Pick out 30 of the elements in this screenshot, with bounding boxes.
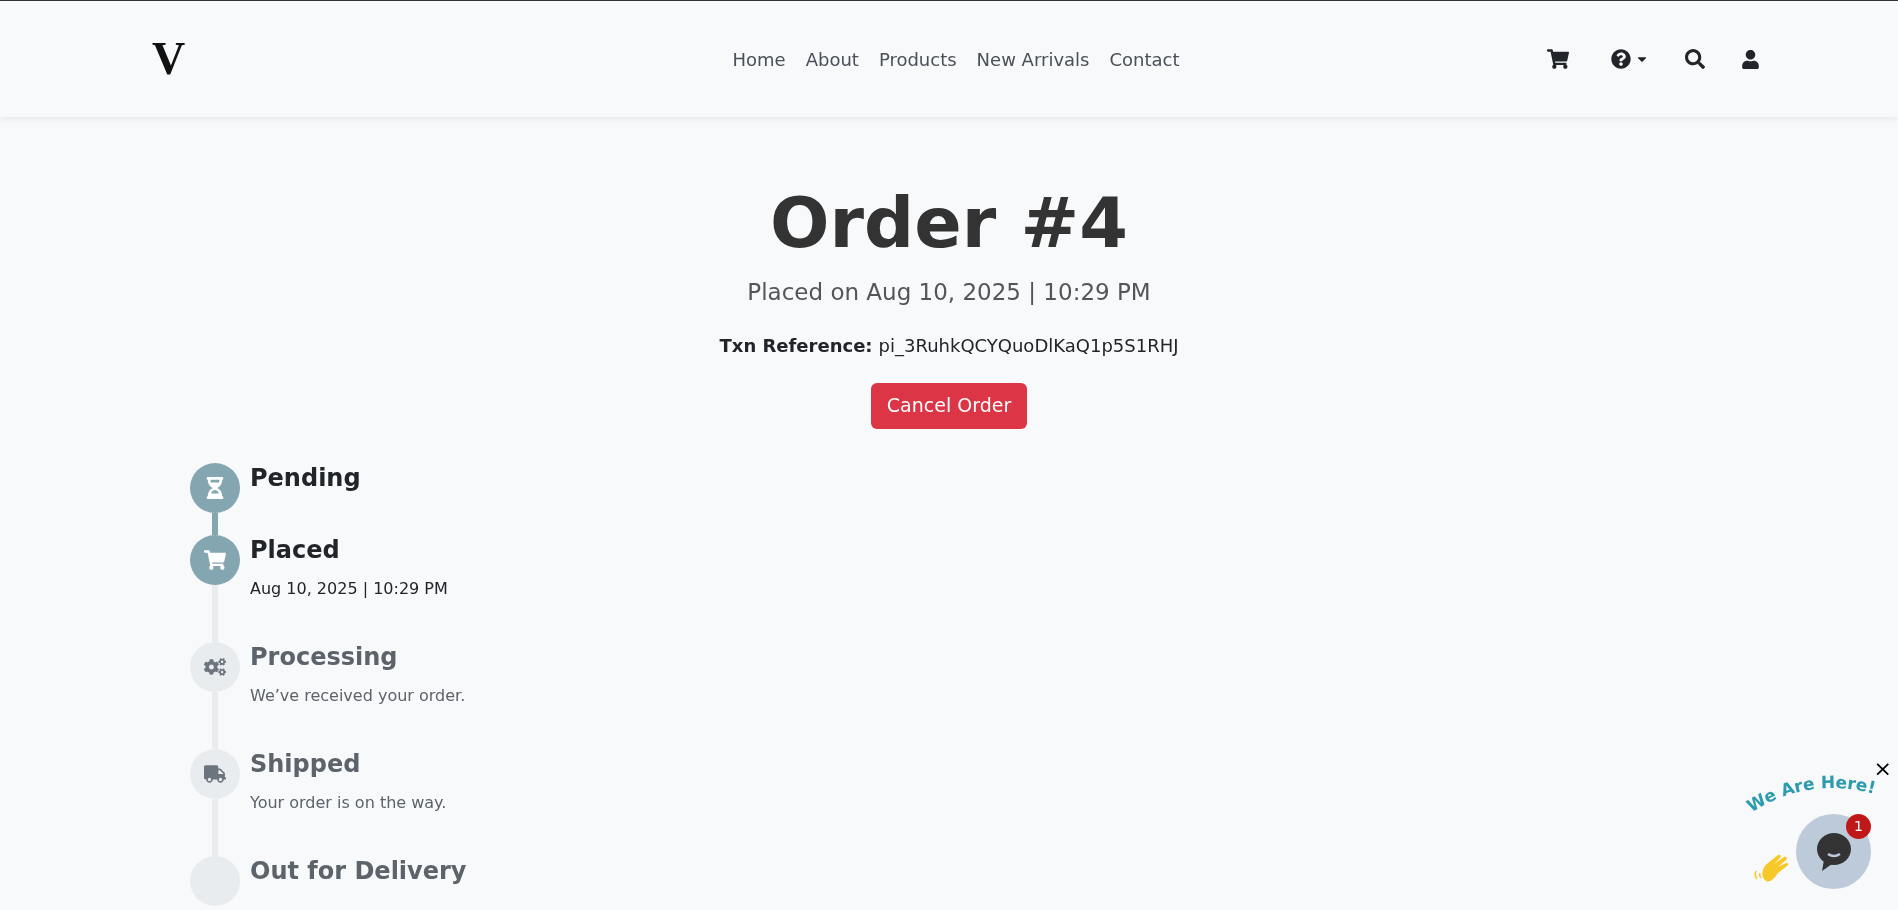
- cart-icon[interactable]: [1547, 48, 1569, 70]
- notification-badge: 1: [1846, 814, 1871, 839]
- hourglass-icon: [204, 476, 226, 499]
- cancel-order-button[interactable]: Cancel Order: [870, 382, 1028, 429]
- search-icon[interactable]: [1685, 49, 1705, 69]
- logo[interactable]: V: [152, 36, 688, 82]
- help-dropdown[interactable]: [1611, 49, 1649, 69]
- step-title: Pending: [250, 462, 361, 493]
- step-title: Shipped: [250, 748, 362, 779]
- nav-link[interactable]: Home: [732, 45, 786, 73]
- chat-bubble-icon: [1815, 831, 1852, 872]
- step-title: Placed: [250, 534, 341, 565]
- txn-label: Txn Reference:: [719, 333, 873, 358]
- step-title: Out for Delivery: [250, 855, 467, 886]
- nav-link[interactable]: About: [805, 45, 859, 73]
- step-detail: We’ve received your order.: [250, 684, 466, 707]
- help-icon: [1611, 49, 1631, 69]
- gears-icon: [204, 655, 226, 678]
- order-title: Order #4: [770, 183, 1128, 263]
- nav-link[interactable]: Products: [878, 45, 957, 73]
- step-title: Processing: [250, 641, 399, 672]
- txn-value: pi_3RuhkQCYQuoDlKaQ1p5S1RHJ: [878, 333, 1179, 359]
- step-detail: Aug 10, 2025 | 10:29 PM: [250, 577, 448, 600]
- truck-icon: [204, 762, 226, 785]
- nav-link[interactable]: Contact: [1109, 45, 1180, 73]
- step-detail: Your order is on the way.: [250, 791, 447, 814]
- cart-icon: [204, 548, 226, 571]
- user-icon[interactable]: [1741, 49, 1760, 69]
- nav-link[interactable]: New Arrivals: [976, 45, 1090, 73]
- placed-date: Placed on Aug 10, 2025 | 10:29 PM: [747, 278, 1151, 307]
